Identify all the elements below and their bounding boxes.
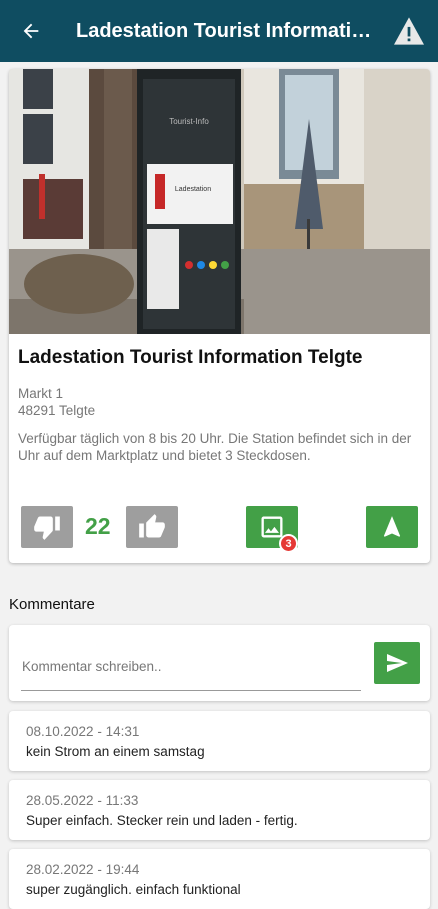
comment-item: 08.10.2022 - 14:31 kein Strom an einem s…: [9, 711, 430, 771]
comment-date: 28.05.2022 - 11:33: [26, 793, 139, 808]
comment-text: super zugänglich. einfach funktional: [26, 882, 241, 897]
address-street: Markt 1: [18, 386, 64, 401]
report-button[interactable]: [392, 14, 426, 48]
thumb-up-button[interactable]: [126, 506, 178, 548]
comment-compose: [9, 625, 430, 701]
send-comment-button[interactable]: [374, 642, 420, 684]
photo-count-badge: 3: [279, 534, 298, 553]
comment-item: 28.05.2022 - 11:33 Super einfach. Stecke…: [9, 780, 430, 840]
app-bar: Ladestation Tourist Information Telgte: [0, 0, 438, 62]
photo-sign-text: Tourist-Info: [169, 117, 209, 126]
navigation-arrow-icon: [383, 516, 401, 537]
station-title: Ladestation Tourist Information Telgte: [18, 347, 363, 368]
send-icon: [387, 654, 408, 672]
comment-date: 28.02.2022 - 19:44: [26, 862, 140, 877]
station-description: Verfügbar täglich von 8 bis 20 Uhr. Die …: [18, 431, 412, 463]
photo-sign-panel-text: Ladestation: [175, 186, 211, 193]
thumb-down-icon: [34, 516, 60, 540]
station-address: Markt 1 48291 Telgte: [18, 385, 95, 419]
comment-date: 08.10.2022 - 14:31: [26, 724, 140, 739]
comment-text: Super einfach. Stecker rein und laden - …: [26, 813, 298, 828]
comments-heading: Kommentare: [9, 596, 95, 613]
thumb-up-icon: [139, 514, 165, 538]
page-title: Ladestation Tourist Information Telgte: [76, 19, 376, 42]
vote-count: 22: [85, 513, 111, 539]
thumb-down-button[interactable]: [21, 506, 73, 548]
navigate-button[interactable]: [366, 506, 418, 548]
address-city: 48291 Telgte: [18, 403, 96, 418]
comment-item: 28.02.2022 - 19:44 super zugänglich. ein…: [9, 849, 430, 909]
station-photo[interactable]: Tourist-Info Ladestation: [9, 69, 430, 334]
station-card: Tourist-Info Ladestation Ladestation Tou…: [9, 69, 430, 563]
comment-text: kein Strom an einem samstag: [26, 744, 205, 759]
comment-input[interactable]: [21, 643, 361, 691]
back-button[interactable]: [0, 0, 62, 62]
warning-icon: [394, 17, 424, 45]
back-arrow-icon: [23, 23, 39, 39]
